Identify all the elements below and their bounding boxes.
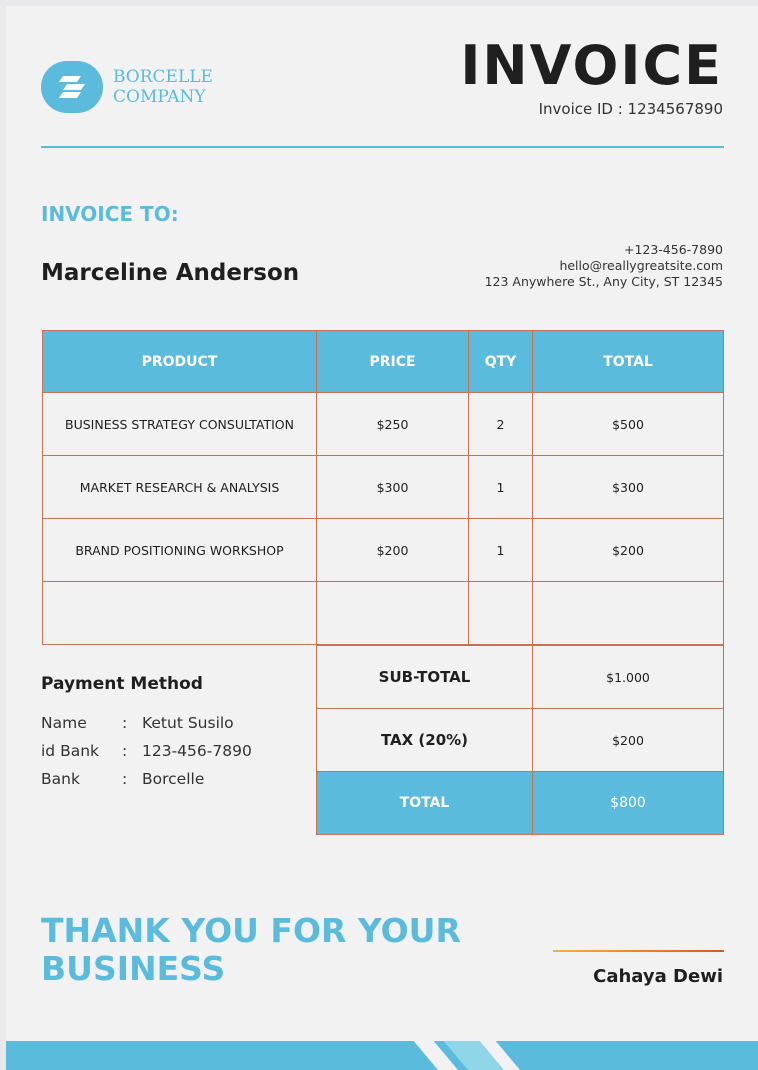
payment-value: Borcelle	[142, 770, 205, 788]
subtotal-value: $1.000	[532, 645, 724, 709]
payment-row-id-bank: id Bank : 123-456-7890	[41, 742, 281, 770]
payment-label: id Bank	[41, 742, 100, 760]
cell-total: $300	[532, 455, 724, 519]
cell-product: MARKET RESEARCH & ANALYSIS	[42, 455, 317, 519]
cell-total: $200	[532, 518, 724, 582]
subtotal-row: SUB-TOTAL $1.000	[316, 645, 724, 709]
items-header-row: PRODUCT PRICE QTY TOTAL	[42, 330, 724, 393]
cell-price	[316, 581, 469, 645]
payment-method-title: Payment Method	[41, 674, 203, 694]
items-table: PRODUCT PRICE QTY TOTAL BUSINESS STRATEG…	[42, 330, 724, 645]
total-value: $800	[532, 771, 724, 835]
grand-total-row: TOTAL $800	[316, 771, 724, 835]
tax-value: $200	[532, 708, 724, 772]
header-divider	[41, 146, 724, 148]
stacked-slash-logo-icon	[41, 61, 103, 113]
payment-label: Bank	[41, 770, 80, 788]
contact-email: hello@reallygreatsite.com	[559, 258, 723, 273]
payment-separator: :	[122, 742, 128, 760]
contact-address: 123 Anywhere St., Any City, ST 12345	[484, 274, 723, 289]
header-product: PRODUCT	[42, 330, 317, 393]
cell-price: $300	[316, 455, 469, 519]
cell-qty: 2	[468, 392, 533, 456]
thank-you-line2: BUSINESS	[41, 949, 226, 988]
table-row: BRAND POSITIONING WORKSHOP $200 1 $200	[42, 518, 724, 582]
signer-name: Cahaya Dewi	[593, 966, 723, 987]
invoice-page: BORCELLE COMPANY INVOICE Invoice ID : 12…	[6, 6, 758, 1070]
tax-label: TAX (20%)	[316, 708, 533, 772]
header-qty: QTY	[468, 330, 533, 393]
company-logo: BORCELLE COMPANY	[41, 61, 213, 113]
cell-product	[42, 581, 317, 645]
company-name: BORCELLE COMPANY	[113, 67, 213, 107]
cell-product: BRAND POSITIONING WORKSHOP	[42, 518, 317, 582]
company-name-line1: BORCELLE	[113, 67, 213, 87]
signature-line	[553, 950, 724, 952]
contact-block: +123-456-7890 hello@reallygreatsite.com …	[485, 242, 723, 290]
company-name-line2: COMPANY	[113, 87, 206, 107]
tax-row: TAX (20%) $200	[316, 708, 724, 772]
cell-qty: 1	[468, 455, 533, 519]
table-row	[42, 581, 724, 645]
payment-row-bank: Bank : Borcelle	[41, 770, 281, 798]
payment-label: Name	[41, 714, 87, 732]
header-total: TOTAL	[532, 330, 724, 393]
payment-value: Ketut Susilo	[142, 714, 234, 732]
cell-qty	[468, 581, 533, 645]
contact-phone: +123-456-7890	[623, 242, 723, 257]
table-row: MARKET RESEARCH & ANALYSIS $300 1 $300	[42, 455, 724, 519]
client-name: Marceline Anderson	[41, 260, 300, 286]
totals-table: SUB-TOTAL $1.000 TAX (20%) $200 TOTAL $8…	[316, 645, 724, 835]
invoice-title: INVOICE	[460, 34, 723, 97]
header-price: PRICE	[316, 330, 469, 393]
thank-you-line1: THANK YOU FOR YOUR	[41, 911, 461, 950]
cell-total: $500	[532, 392, 724, 456]
cell-price: $200	[316, 518, 469, 582]
subtotal-label: SUB-TOTAL	[316, 645, 533, 709]
cell-total	[532, 581, 724, 645]
payment-value: 123-456-7890	[142, 742, 252, 760]
footer-band	[6, 1041, 758, 1070]
payment-separator: :	[122, 714, 128, 732]
invoice-id: Invoice ID : 1234567890	[538, 100, 723, 118]
payment-details: Name : Ketut Susilo id Bank : 123-456-78…	[41, 714, 281, 798]
cell-qty: 1	[468, 518, 533, 582]
thank-you-message: THANK YOU FOR YOUR BUSINESS	[41, 912, 461, 988]
cell-price: $250	[316, 392, 469, 456]
table-row: BUSINESS STRATEGY CONSULTATION $250 2 $5…	[42, 392, 724, 456]
payment-row-name: Name : Ketut Susilo	[41, 714, 281, 742]
cell-product: BUSINESS STRATEGY CONSULTATION	[42, 392, 317, 456]
invoice-to-heading: INVOICE TO:	[41, 202, 179, 226]
total-label: TOTAL	[316, 771, 533, 835]
payment-separator: :	[122, 770, 128, 788]
